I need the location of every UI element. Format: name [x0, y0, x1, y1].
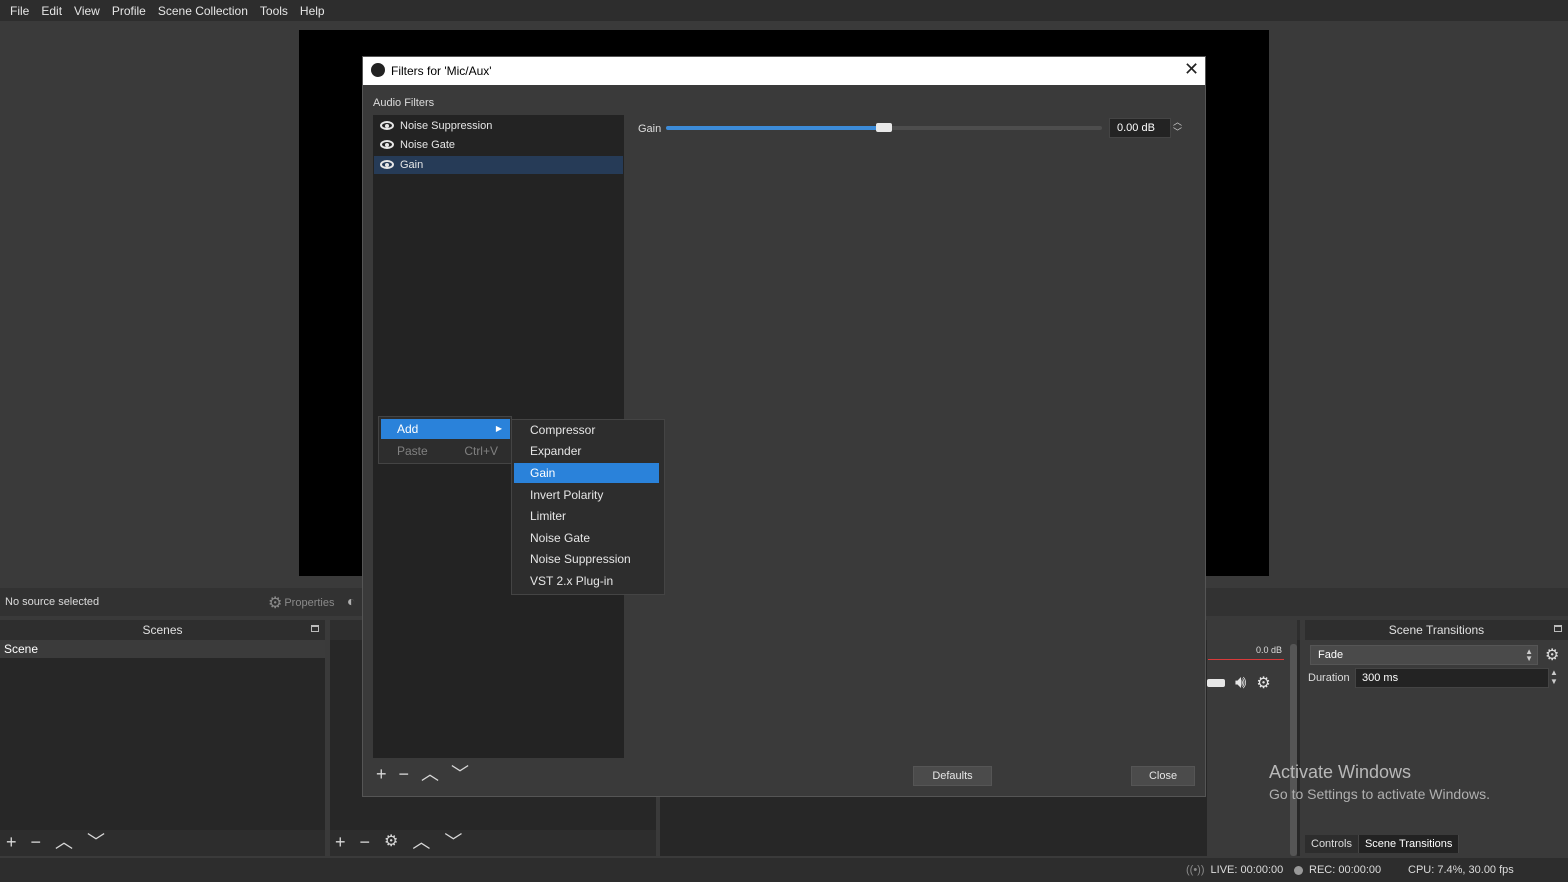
db-label: 0.0 dB [1256, 645, 1283, 655]
up-icon[interactable]: ︿ [421, 765, 439, 783]
gear-icon: ⚙ [268, 595, 283, 612]
scenes-title: Scenes [142, 623, 183, 637]
submenu-item-vst-plugin[interactable]: VST 2.x Plug-in [514, 571, 659, 591]
up-icon[interactable]: ︿ [412, 833, 430, 851]
close-button[interactable]: Close [1131, 766, 1195, 786]
down-icon[interactable]: ﹀ [444, 833, 462, 851]
add-label: Add [397, 422, 419, 436]
up-icon[interactable]: ︿ [55, 833, 73, 851]
scenes-toolbar: + − ︿ ﹀ [6, 833, 105, 851]
menu-view[interactable]: View [68, 4, 106, 18]
tab-controls[interactable]: Controls [1305, 835, 1359, 853]
filter-label: Gain [400, 159, 424, 171]
properties-label: Properties [284, 597, 335, 609]
float-dock-icon[interactable] [311, 625, 319, 632]
duration-field[interactable]: 300 ms [1355, 668, 1549, 688]
submenu-item-noise-gate[interactable]: Noise Gate [514, 528, 659, 548]
minus-icon[interactable]: − [31, 833, 42, 851]
audio-filters-label: Audio Filters [373, 97, 435, 109]
submenu-item-invert-polarity[interactable]: Invert Polarity [514, 485, 659, 505]
submenu-arrow-icon: ▶ [495, 424, 502, 433]
mixer-controls: 🔊︎ ⚙ [1207, 672, 1271, 693]
paste-shortcut: Ctrl+V [464, 444, 498, 458]
menu-profile[interactable]: Profile [106, 4, 152, 18]
transitions-dock-title: Scene Transitions [1305, 620, 1568, 640]
plus-icon[interactable]: + [335, 833, 346, 851]
paste-label: Paste [397, 444, 428, 458]
down-icon[interactable]: ﹀ [87, 833, 105, 851]
close-icon[interactable]: ✕ [1184, 59, 1199, 80]
duration-label: Duration [1308, 672, 1350, 684]
mixer-scrollbar[interactable] [1290, 644, 1297, 856]
volume-slider-handle[interactable] [1207, 678, 1225, 687]
menu-scene-collection[interactable]: Scene Collection [152, 4, 254, 18]
minus-icon[interactable]: − [399, 765, 410, 783]
filter-item-gain[interactable]: Gain [374, 156, 623, 174]
menu-item-add[interactable]: Add ▶ [381, 419, 510, 439]
gain-label: Gain [638, 123, 662, 135]
eye-icon[interactable] [380, 140, 394, 149]
dialog-title: Filters for 'Mic/Aux' [391, 64, 492, 78]
live-icon: ((•)) [1186, 864, 1205, 876]
tab-scene-transitions[interactable]: Scene Transitions [1358, 835, 1460, 853]
duration-spinner[interactable]: ▲ ▼ [1550, 668, 1558, 686]
float-dock-icon[interactable] [1554, 625, 1562, 632]
scenes-list [0, 640, 325, 830]
gain-spinner[interactable]: ︿ ﹀ [1173, 117, 1182, 137]
rec-status: REC: 00:00:00 [1294, 864, 1381, 876]
filter-item-noise-gate[interactable]: Noise Gate [374, 136, 623, 154]
speaker-icon[interactable]: 🔊︎ [1235, 672, 1246, 693]
submenu-item-noise-suppression[interactable]: Noise Suppression [514, 549, 659, 569]
plus-icon[interactable]: + [376, 765, 387, 783]
sources-toolbar: + − ⚙ ︿ ﹀ [335, 833, 462, 851]
plus-icon[interactable]: + [6, 833, 17, 851]
filter-label: Noise Suppression [400, 120, 493, 132]
defaults-button[interactable]: Defaults [913, 766, 992, 786]
gain-slider-fill [666, 126, 884, 130]
activate-windows-subtitle: Go to Settings to activate Windows. [1269, 786, 1490, 802]
gear-icon[interactable]: ⚙ [1256, 673, 1270, 693]
menu-help[interactable]: Help [294, 4, 331, 18]
filter-toolbar: + − ︿ ﹀ [376, 765, 469, 783]
gear-icon[interactable]: ⚙ [384, 834, 398, 850]
submenu-item-compressor[interactable]: Compressor [514, 420, 659, 440]
cpu-status: CPU: 7.4%, 30.00 fps [1408, 864, 1514, 876]
eye-icon[interactable] [380, 160, 394, 169]
menu-edit[interactable]: Edit [35, 4, 68, 18]
eye-icon[interactable] [380, 121, 394, 130]
filters-icon[interactable]: ◐ [347, 593, 355, 609]
scenes-dock-title: Scenes [0, 620, 325, 640]
filter-item-noise-suppression[interactable]: Noise Suppression [374, 117, 623, 135]
select-arrows-icon: ▲ ▼ [1525, 647, 1533, 663]
no-source-label: No source selected [5, 596, 100, 608]
menu-tools[interactable]: Tools [254, 4, 294, 18]
activate-windows-title: Activate Windows [1269, 762, 1412, 782]
minus-icon[interactable]: − [360, 833, 371, 851]
dialog-title-bar: Filters for 'Mic/Aux' [363, 57, 1205, 85]
gain-slider-handle[interactable] [876, 123, 892, 132]
scene-item[interactable]: Scene [0, 640, 325, 658]
rec-time: REC: 00:00:00 [1309, 864, 1382, 876]
submenu-item-expander[interactable]: Expander [514, 441, 659, 461]
menu-item-paste: Paste Ctrl+V [381, 441, 510, 461]
dock-tabs: Controls Scene Transitions [1305, 835, 1460, 853]
live-time: LIVE: 00:00:00 [1210, 864, 1284, 876]
transition-select[interactable]: Fade ▲ ▼ [1310, 645, 1538, 665]
live-status: ((•)) LIVE: 00:00:00 [1186, 864, 1283, 876]
submenu-item-limiter[interactable]: Limiter [514, 506, 659, 526]
menu-bar: File Edit View Profile Scene Collection … [0, 0, 1568, 21]
submenu-item-gain[interactable]: Gain [514, 463, 659, 483]
gear-icon[interactable]: ⚙ [1545, 645, 1559, 665]
gain-value-field[interactable]: 0.00 dB [1109, 118, 1171, 138]
transitions-title: Scene Transitions [1388, 623, 1485, 637]
menu-file[interactable]: File [4, 4, 35, 18]
transition-value: Fade [1318, 649, 1344, 661]
properties-button[interactable]: ⚙ Properties [268, 593, 334, 613]
volume-meter [1208, 656, 1284, 660]
rec-dot-icon [1294, 865, 1303, 875]
filter-label: Noise Gate [400, 139, 456, 151]
down-icon[interactable]: ﹀ [451, 765, 469, 783]
obs-logo-icon [371, 63, 385, 77]
